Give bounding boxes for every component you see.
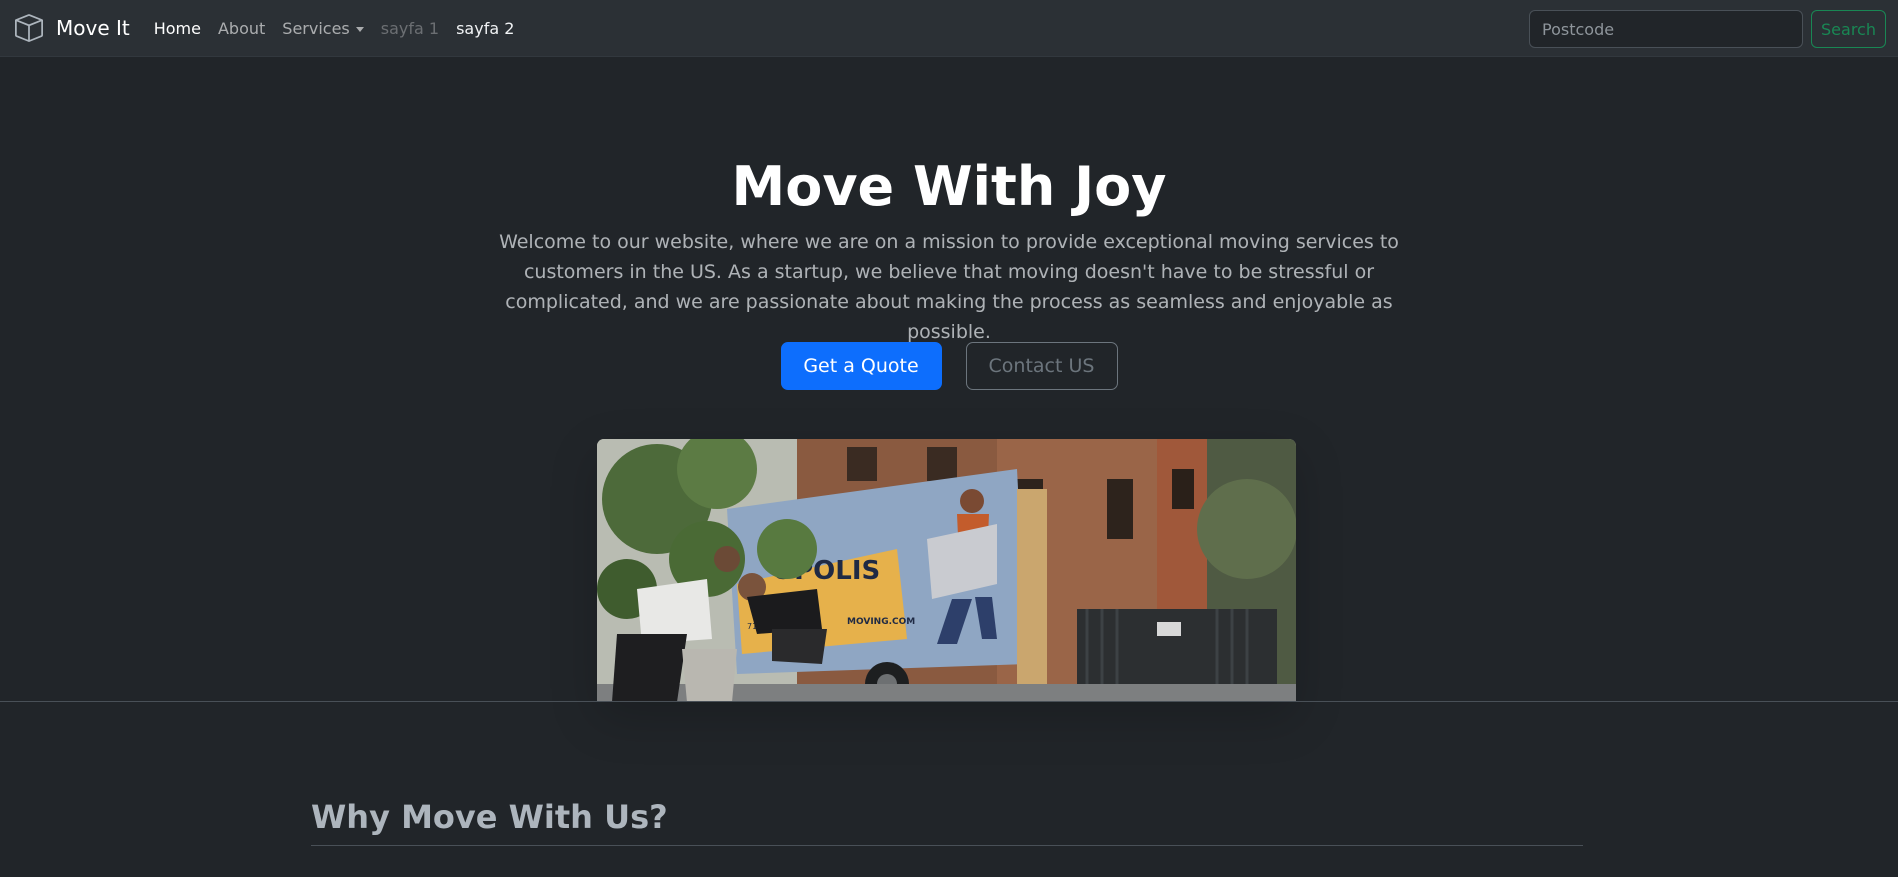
search-button[interactable]: Search bbox=[1811, 10, 1886, 48]
search-form: Search bbox=[1529, 10, 1886, 48]
truck-lettering-3: MOVING.COM bbox=[847, 617, 915, 627]
contact-us-button[interactable]: Contact US bbox=[965, 342, 1118, 390]
nav-link-sayfa-1: sayfa 1 bbox=[380, 18, 440, 38]
get-quote-button[interactable]: Get a Quote bbox=[780, 342, 942, 390]
box-icon bbox=[14, 13, 44, 43]
postcode-search-input[interactable] bbox=[1529, 10, 1803, 48]
hero-section: Move With Joy Welcome to our website, wh… bbox=[0, 57, 1898, 702]
hero-buttons: Get a Quote Contact US bbox=[0, 342, 1898, 390]
section-divider bbox=[0, 701, 1898, 702]
nav-link-about[interactable]: About bbox=[218, 19, 265, 38]
hero-image: OPOLIS G MOVING.COM 718 · 530 bbox=[597, 439, 1296, 702]
moving-truck-photo: OPOLIS G MOVING.COM 718 · 530 bbox=[597, 439, 1296, 702]
why-move-with-us-heading: Why Move With Us? bbox=[311, 798, 668, 836]
heading-underline bbox=[311, 845, 1583, 846]
brand[interactable]: Move It bbox=[14, 13, 130, 43]
brand-name: Move It bbox=[56, 16, 130, 40]
nav-dropdown-services[interactable]: Services bbox=[282, 18, 364, 38]
nav-link-home[interactable]: Home bbox=[154, 19, 201, 38]
nav-link-sayfa-2[interactable]: sayfa 2 bbox=[456, 19, 514, 38]
hero-lead: Welcome to our website, where we are on … bbox=[499, 231, 1399, 343]
top-navbar: Move It Home About Services sayfa 1 sayf… bbox=[0, 0, 1898, 57]
caret-down-icon bbox=[355, 26, 364, 32]
nav-dropdown-services-label: Services bbox=[282, 18, 350, 38]
hero-title: Move With Joy bbox=[731, 155, 1167, 218]
nav-links: Home About Services sayfa 1 sayfa 2 bbox=[154, 19, 532, 38]
